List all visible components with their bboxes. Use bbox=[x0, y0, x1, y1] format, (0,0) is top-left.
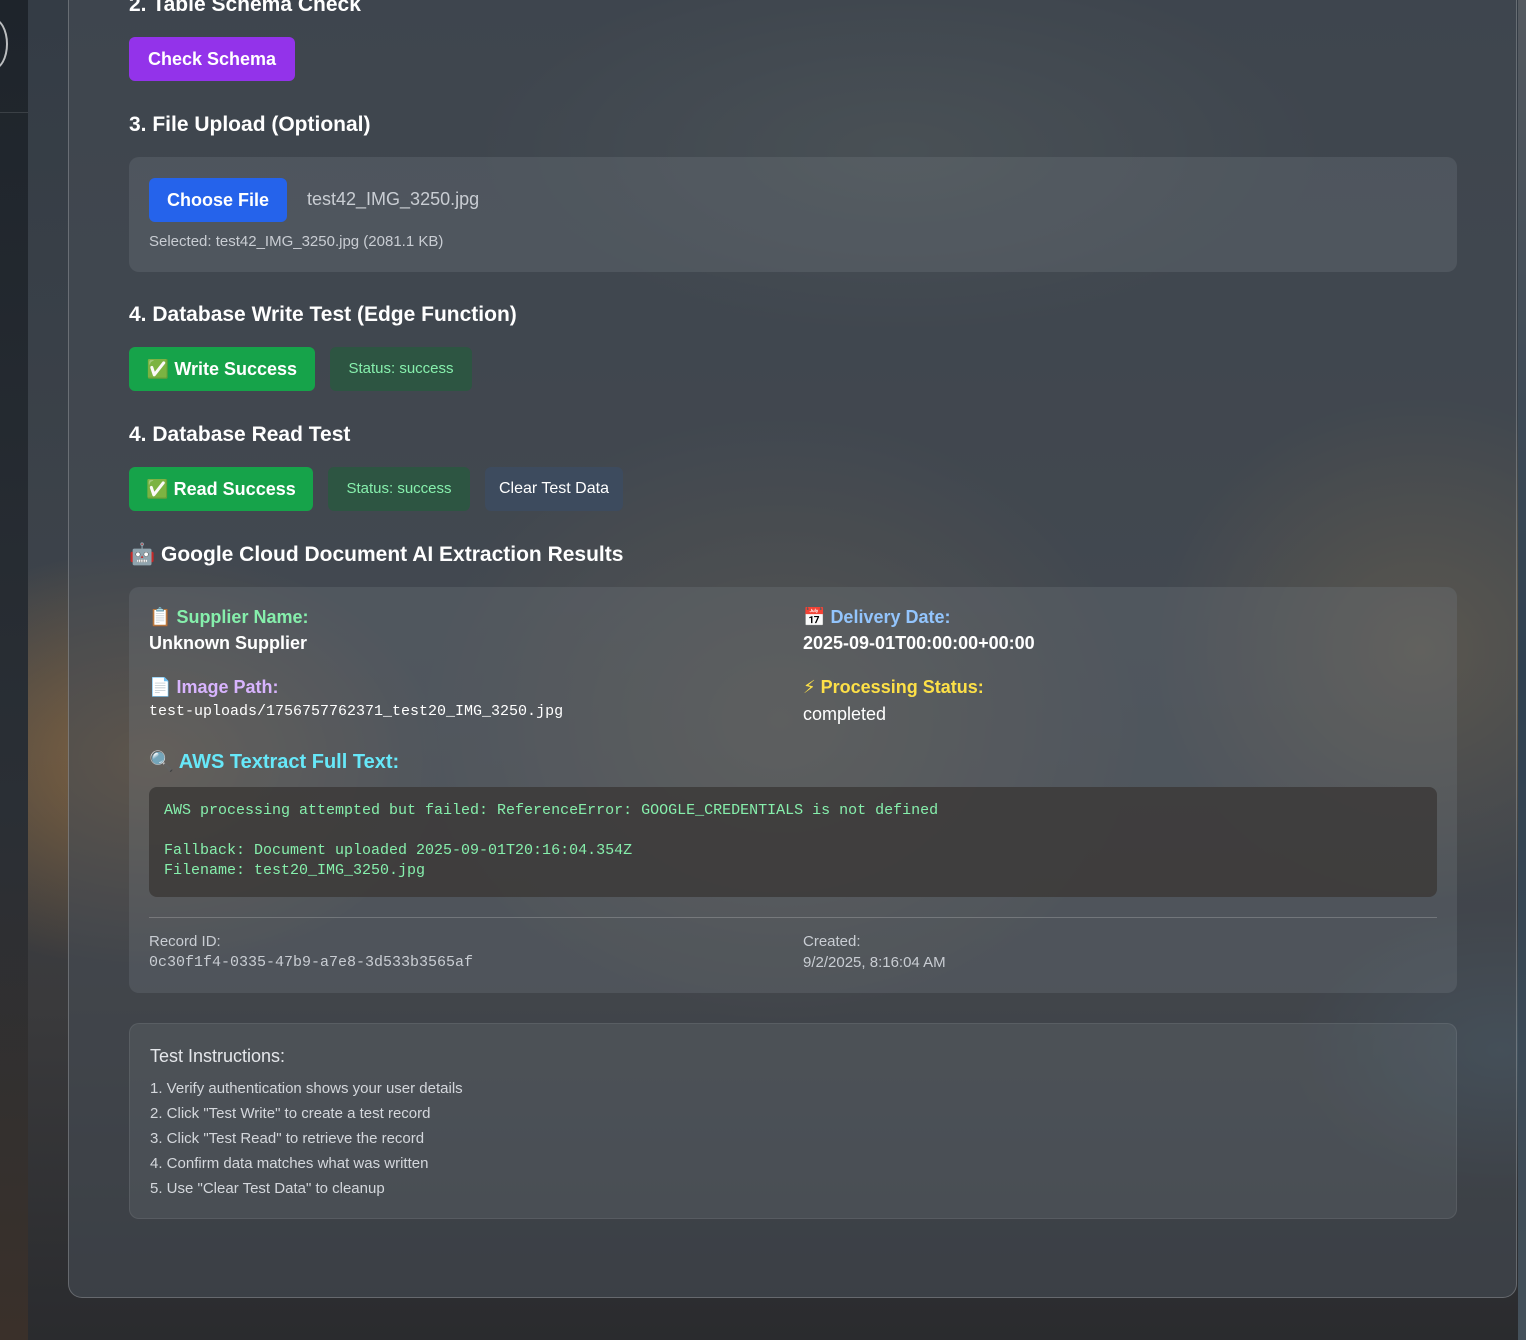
textract-line: AWS processing attempted but failed: Ref… bbox=[164, 802, 939, 819]
results-card: 📋 Supplier Name: Unknown Supplier 📅 Deli… bbox=[129, 587, 1457, 993]
check-schema-button[interactable]: Check Schema bbox=[129, 37, 295, 81]
write-section-title: 4. Database Write Test (Edge Function) bbox=[129, 303, 517, 326]
processing-label: ⚡ Processing Status: bbox=[803, 677, 984, 697]
robot-icon: 🤖 bbox=[129, 543, 156, 566]
left-sidebar-edge bbox=[0, 0, 28, 1340]
delivery-value: 2025-09-01T00:00:00+00:00 bbox=[803, 633, 1035, 653]
instruction-item: 1. Verify authentication shows your user… bbox=[150, 1080, 463, 1097]
textract-line: Fallback: Document uploaded 2025-09-01T2… bbox=[164, 842, 633, 859]
record-id-value: 0c30f1f4-0335-47b9-a7e8-3d533b3565af bbox=[149, 954, 474, 971]
clear-test-data-button[interactable]: Clear Test Data bbox=[485, 467, 623, 511]
instructions-title: Test Instructions: bbox=[150, 1046, 286, 1066]
record-id-label: Record ID: bbox=[149, 933, 221, 950]
supplier-value: Unknown Supplier bbox=[149, 633, 308, 653]
magnifier-icon: 🔍 bbox=[149, 751, 174, 773]
write-success-button[interactable]: ✅ Write Success bbox=[129, 347, 315, 391]
choose-file-button[interactable]: Choose File bbox=[149, 178, 287, 222]
read-status-badge: Status: success bbox=[328, 467, 470, 511]
right-scroll-edge bbox=[1518, 0, 1526, 1340]
instruction-item: 2. Click "Test Write" to create a test r… bbox=[150, 1105, 431, 1122]
instruction-item: 4. Confirm data matches what was written bbox=[150, 1155, 429, 1172]
supplier-label: 📋 Supplier Name: bbox=[149, 607, 309, 627]
image-path-label: 📄 Image Path: bbox=[149, 677, 279, 697]
results-title-text: Google Cloud Document AI Extraction Resu… bbox=[161, 543, 624, 566]
sidebar-divider bbox=[0, 112, 28, 113]
lightning-icon: ⚡ bbox=[803, 677, 816, 697]
upload-section-title: 3. File Upload (Optional) bbox=[129, 113, 371, 136]
read-success-button[interactable]: ✅ Read Success bbox=[129, 467, 313, 511]
created-value: 9/2/2025, 8:16:04 AM bbox=[803, 954, 946, 971]
schema-section-title: 2. Table Schema Check bbox=[129, 0, 361, 16]
clipboard-icon: 📋 bbox=[149, 607, 172, 627]
instruction-item: 3. Click "Test Read" to retrieve the rec… bbox=[150, 1130, 425, 1147]
textract-line: Filename: test20_IMG_3250.jpg bbox=[164, 862, 426, 879]
instruction-item: 5. Use "Clear Test Data" to cleanup bbox=[150, 1180, 385, 1197]
test-instructions-card: Test Instructions: 1. Verify authenticat… bbox=[129, 1023, 1457, 1219]
delivery-label: 📅 Delivery Date: bbox=[803, 607, 951, 627]
write-status-badge: Status: success bbox=[330, 347, 472, 391]
chosen-file-name: test42_IMG_3250.jpg bbox=[307, 189, 480, 209]
instructions-list: 1. Verify authentication shows your user… bbox=[150, 1076, 463, 1201]
textract-label: 🔍 AWS Textract Full Text: bbox=[149, 751, 400, 773]
results-divider bbox=[149, 917, 1437, 918]
image-path-value: test-uploads/1756757762371_test20_IMG_32… bbox=[149, 703, 564, 720]
sidebar-toggle-edge bbox=[0, 18, 8, 70]
textract-text-box: AWS processing attempted but failed: Ref… bbox=[149, 787, 1437, 897]
selected-file-info: Selected: test42_IMG_3250.jpg (2081.1 KB… bbox=[149, 233, 444, 250]
upload-card: Choose File test42_IMG_3250.jpg Selected… bbox=[129, 157, 1457, 272]
textract-line bbox=[164, 821, 1422, 841]
processing-value: completed bbox=[803, 704, 887, 724]
results-title: 🤖 Google Cloud Document AI Extraction Re… bbox=[129, 543, 623, 567]
read-section-title: 4. Database Read Test bbox=[129, 423, 351, 446]
calendar-icon: 📅 bbox=[803, 607, 826, 627]
created-label: Created: bbox=[803, 933, 861, 950]
document-icon: 📄 bbox=[149, 677, 172, 697]
test-panel: 2. Table Schema Check Check Schema 3. Fi… bbox=[68, 0, 1517, 1298]
